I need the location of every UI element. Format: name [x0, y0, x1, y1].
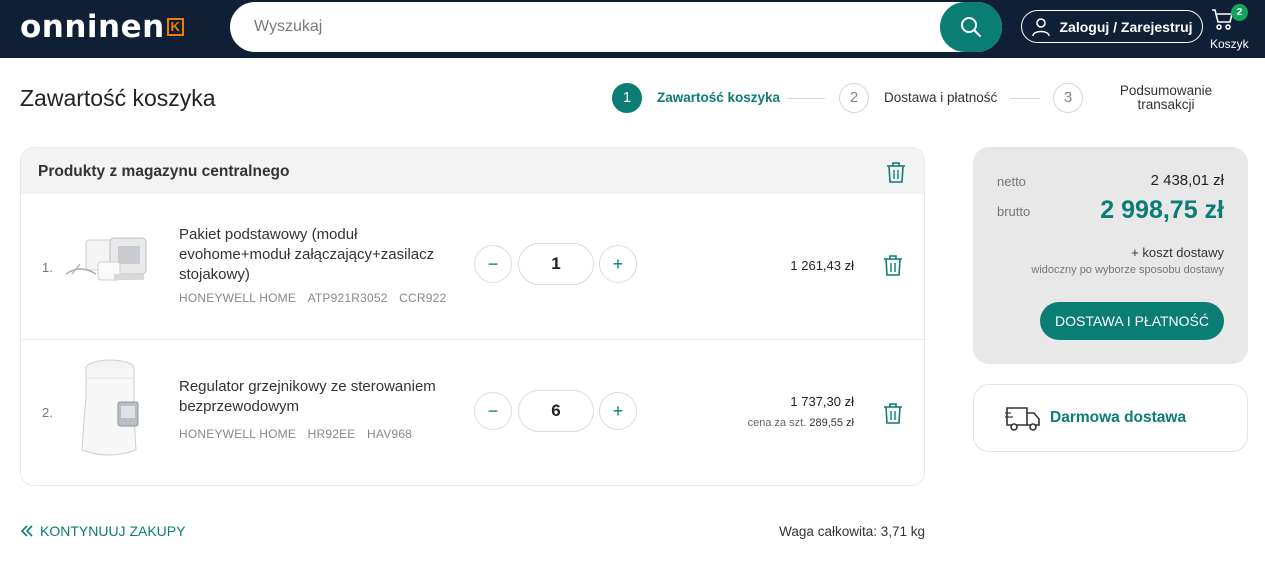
step-3-label: Podsumowanie transakcji	[1119, 83, 1213, 112]
products-card: Produkty z magazynu centralnego 1. Pakie…	[20, 147, 925, 486]
brutto-label: brutto	[997, 204, 1031, 219]
item-index: 1.	[42, 260, 53, 275]
product-name-link[interactable]: Regulator grzejnikowy ze sterowaniem bez…	[179, 377, 459, 417]
logo-text: onninen	[20, 9, 165, 45]
item-price: 1 261,43 zł	[790, 258, 854, 273]
continue-shopping-label: KONTYNUUJ ZAKUPY	[40, 523, 186, 539]
unit-price: cena za szt. 289,55 zł	[748, 417, 854, 429]
cart-item-row: 1. Pakiet podstawowy (moduł evohome+modu…	[21, 194, 924, 339]
product-code: CCR922	[399, 291, 447, 305]
logo-mark: K	[166, 18, 184, 36]
user-icon	[1032, 17, 1051, 36]
step-3-number: 3	[1053, 83, 1083, 113]
cart-button[interactable]: 2 Koszyk	[1208, 2, 1252, 54]
step-1-label: Zawartość koszyka	[657, 90, 781, 105]
product-image-thermostat-kit[interactable]	[66, 234, 156, 294]
quantity-input[interactable]	[518, 243, 594, 285]
product-code: HAV968	[367, 427, 413, 441]
page-title: Zawartość koszyka	[20, 85, 216, 111]
product-code: ATP921R3052	[307, 291, 388, 305]
increase-quantity-button[interactable]: +	[599, 245, 637, 283]
delivery-payment-button[interactable]: DOSTAWA I PŁATNOŚĆ	[1040, 302, 1224, 340]
product-meta: HONEYWELL HOME ATP921R3052 CCR922	[179, 291, 446, 305]
login-register-label: Zaloguj / Zarejestruj	[1059, 18, 1193, 35]
step-connector	[1010, 98, 1040, 99]
delete-item-button[interactable]	[883, 402, 905, 424]
shipping-cost-label: + koszt dostawy	[1131, 245, 1224, 260]
step-1-number: 1	[612, 83, 642, 113]
login-register-button[interactable]: Zaloguj / Zarejestruj	[1021, 10, 1203, 43]
unit-price-label: cena za szt.	[747, 417, 807, 429]
product-brand: HONEYWELL HOME	[179, 291, 297, 305]
products-section-title: Produkty z magazynu centralnego	[38, 163, 290, 180]
delete-item-button[interactable]	[883, 254, 905, 276]
cart-label: Koszyk	[1210, 37, 1249, 51]
decrease-quantity-button[interactable]: −	[474, 392, 512, 430]
product-code: HR92EE	[307, 427, 356, 441]
free-shipping-box: Darmowa dostawa	[973, 384, 1248, 452]
products-header: Produkty z magazynu centralnego	[21, 148, 924, 194]
quantity-input[interactable]	[518, 390, 594, 432]
trash-icon	[887, 162, 905, 183]
brutto-value: 2 998,75 zł	[1100, 196, 1224, 224]
continue-shopping-link[interactable]: KONTYNUUJ ZAKUPY	[20, 523, 185, 539]
product-brand: HONEYWELL HOME	[179, 427, 297, 441]
unit-price-value: 289,55 zł	[809, 417, 854, 429]
netto-label: netto	[997, 174, 1026, 189]
double-chevron-left-icon	[20, 525, 33, 537]
search-input[interactable]	[254, 2, 934, 52]
onninen-logo[interactable]: onninen K	[20, 10, 184, 44]
item-price: 1 737,30 zł	[790, 394, 854, 409]
product-name-link[interactable]: Pakiet podstawowy (moduł evohome+moduł z…	[179, 225, 459, 285]
netto-value: 2 438,01 zł	[1150, 172, 1224, 189]
search-icon	[961, 17, 981, 37]
product-image-radiator-regulator[interactable]	[76, 358, 142, 462]
trash-icon	[884, 403, 902, 424]
total-weight: Waga całkowita: 3,71 kg	[779, 524, 925, 539]
top-header: onninen K Zaloguj / Zarejestruj 2 Koszyk	[0, 0, 1265, 58]
delivery-truck-icon	[1005, 407, 1040, 431]
order-summary: netto 2 438,01 zł brutto 2 998,75 zł + k…	[973, 147, 1248, 364]
trash-icon	[884, 255, 902, 276]
step-connector	[787, 98, 825, 99]
free-shipping-label: Darmowa dostawa	[1050, 409, 1187, 426]
step-2-number: 2	[839, 83, 869, 113]
cart-count-badge: 2	[1231, 4, 1248, 21]
item-index: 2.	[42, 405, 53, 420]
delete-all-button[interactable]	[886, 161, 908, 183]
shipping-cost-note: widoczny po wyborze sposobu dostawy	[1031, 264, 1224, 276]
product-meta: HONEYWELL HOME HR92EE HAV968	[179, 427, 412, 441]
search-bar	[230, 2, 1002, 52]
increase-quantity-button[interactable]: +	[599, 392, 637, 430]
search-button[interactable]	[940, 2, 1002, 52]
step-2-label: Dostawa i płatność	[884, 90, 998, 105]
decrease-quantity-button[interactable]: −	[474, 245, 512, 283]
cart-item-row: 2. Regulator grzejnikowy ze sterowaniem …	[21, 339, 924, 484]
